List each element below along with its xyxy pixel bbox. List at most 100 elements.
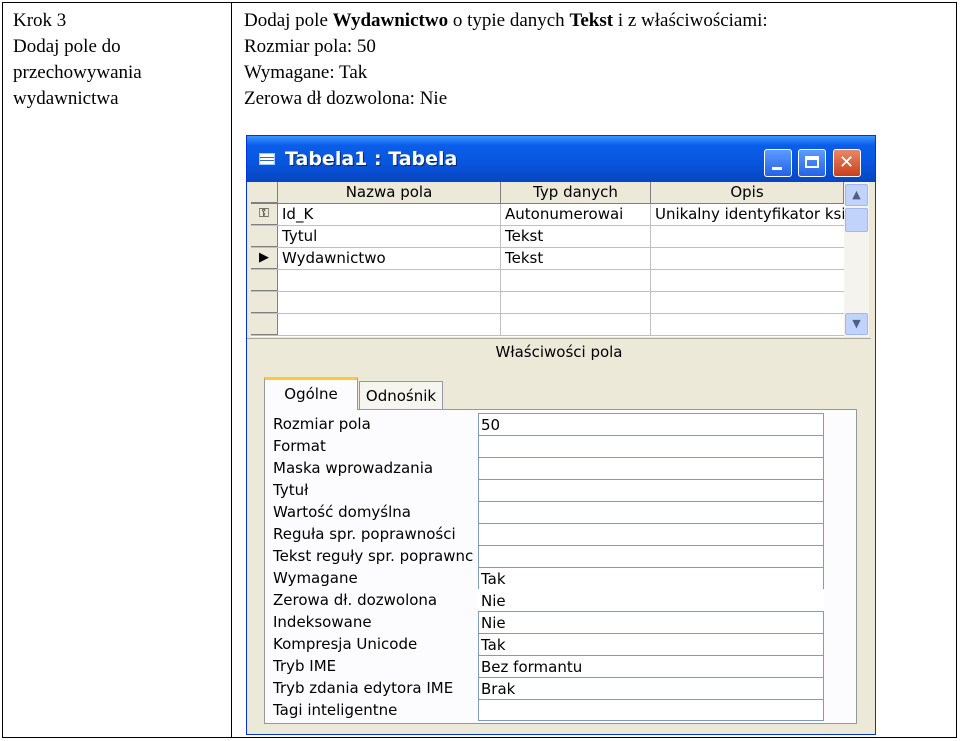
property-value[interactable]: Tak [478,633,824,655]
property-label: Wymagane [273,569,358,587]
maximize-button[interactable] [798,149,826,177]
property-value[interactable] [478,501,824,523]
property-label: Tryb zdania edytora IME [273,679,454,697]
grid-header: Nazwa pola Typ danych Opis [251,182,844,204]
field-name-cell[interactable]: Id_K [278,204,501,225]
step-line: Krok 3 [13,10,67,31]
property-value[interactable] [478,699,824,721]
data-type-cell[interactable]: Autonumerowai [501,204,651,225]
property-row[interactable]: Rozmiar pola 50 [271,413,826,435]
property-label: Zerowa dł. dozwolona [273,591,438,609]
property-row[interactable]: Wymagane Tak [271,567,826,589]
property-value[interactable] [478,479,824,501]
property-value[interactable]: Brak [478,677,824,699]
data-type-cell[interactable]: Tekst [501,226,651,247]
property-value[interactable] [478,523,824,545]
step-line: Dodaj pole do [13,36,121,57]
property-label: Reguła spr. poprawności [273,525,456,543]
row-selector[interactable] [251,226,278,247]
instruction-line-3: Wymagane: Tak [244,62,368,83]
title-bar[interactable]: Tabela1 : Tabela [247,136,875,182]
chevron-down-icon[interactable]: ▼ [845,313,868,335]
property-row[interactable]: Tryb IME Bez formantu [271,655,826,677]
instruction-line-1: Dodaj pole Wydawnictwo o typie danych Te… [244,8,944,34]
field-name-cell[interactable]: Tytul [278,226,501,247]
access-table-window: Tabela1 : Tabela Nazwa pola Typ danych O… [246,135,876,735]
table-row[interactable]: ⚿ Id_K Autonumerowai Unikalny identyfika… [251,204,844,226]
property-value[interactable]: Bez formantu [478,655,824,677]
close-button[interactable] [833,149,861,177]
property-row[interactable]: Kompresja Unicode Tak [271,633,826,655]
table-row[interactable]: Tytul Tekst [251,226,844,248]
property-row[interactable]: Zerowa dł. dozwolona Nie [271,589,826,611]
step-cell: Krok 3 Dodaj pole do przechowywania wyda… [3,3,232,737]
property-value[interactable] [478,435,824,457]
description-cell[interactable] [651,292,844,313]
instruction-text: o typie danych [448,10,570,31]
row-selector[interactable] [251,292,278,313]
window-title: Tabela1 : Tabela [285,148,458,170]
property-label: Wartość domyślna [273,503,411,521]
table-row[interactable] [251,270,844,292]
field-name-cell[interactable]: Wydawnictwo [278,248,501,269]
property-row[interactable]: Tytuł [271,479,826,501]
property-row[interactable]: Reguła spr. poprawności [271,523,826,545]
property-label: Format [273,437,326,455]
header-field-name: Nazwa pola [278,182,501,203]
property-value[interactable]: Nie [478,589,824,611]
field-name-cell[interactable] [278,314,501,335]
instruction-line-2: Rozmiar pola: 50 [244,36,376,57]
field-grid: Nazwa pola Typ danych Opis ⚿ Id_K Autonu… [251,182,844,337]
description-cell[interactable] [651,314,844,335]
current-row-arrow-icon[interactable]: ▶ [251,248,278,269]
instruction-line-4: Zerowa dł dozwolona: Nie [244,88,448,109]
key-icon[interactable]: ⚿ [251,204,278,225]
data-type-cell[interactable] [501,314,651,335]
scroll-thumb[interactable] [845,208,868,232]
data-type-cell[interactable]: Tekst [501,248,651,269]
property-value[interactable]: Tak [478,567,824,589]
properties-title: Właściwości pola [247,338,871,365]
step-line: przechowywania [13,62,142,83]
field-name-cell[interactable] [278,270,501,291]
data-type-cell[interactable] [501,292,651,313]
property-value[interactable]: Nie [478,611,824,633]
description-cell[interactable]: Unikalny identyfikator ksi [651,204,844,225]
data-type-cell[interactable] [501,270,651,291]
minimize-button[interactable] [764,149,792,177]
table-row[interactable]: ▶ Wydawnictwo Tekst [251,248,844,270]
field-name-cell[interactable] [278,292,501,313]
description-cell[interactable] [651,270,844,291]
property-row[interactable]: Tryb zdania edytora IME Brak [271,677,826,699]
step-line: wydawnictwa [13,88,119,109]
property-label: Maska wprowadzania [273,459,434,477]
property-value[interactable] [478,545,824,567]
header-description: Opis [651,182,844,203]
chevron-up-icon[interactable]: ▲ [845,184,868,206]
property-row[interactable]: Maska wprowadzania [271,457,826,479]
property-value[interactable] [478,457,824,479]
row-selector[interactable] [251,314,278,335]
tab-general[interactable]: Ogólne [264,377,358,410]
property-row[interactable]: Wartość domyślna [271,501,826,523]
property-row[interactable]: Indeksowane Nie [271,611,826,633]
property-label: Tagi inteligentne [273,701,398,719]
table-row[interactable] [251,314,844,336]
grid-scrollbar[interactable]: ▲ ▼ [844,182,869,337]
property-value[interactable]: 50 [478,413,824,435]
description-cell[interactable] [651,248,844,269]
property-label: Tekst reguły spr. poprawnc [273,547,474,565]
property-label: Tryb IME [273,657,337,675]
table-row[interactable] [251,292,844,314]
property-row[interactable]: Format [271,435,826,457]
tab-lookup[interactable]: Odnośnik [359,381,443,411]
instruction-bold: Tekst [569,10,614,31]
instruction-text: i z właściwościami: [613,10,768,31]
property-row[interactable]: Tagi inteligentne [271,699,826,721]
instruction-text: Dodaj pole [244,10,333,31]
header-data-type: Typ danych [501,182,651,203]
description-cell[interactable] [651,226,844,247]
property-label: Rozmiar pola [273,415,371,433]
property-row[interactable]: Tekst reguły spr. poprawnc [271,545,826,567]
row-selector[interactable] [251,270,278,291]
